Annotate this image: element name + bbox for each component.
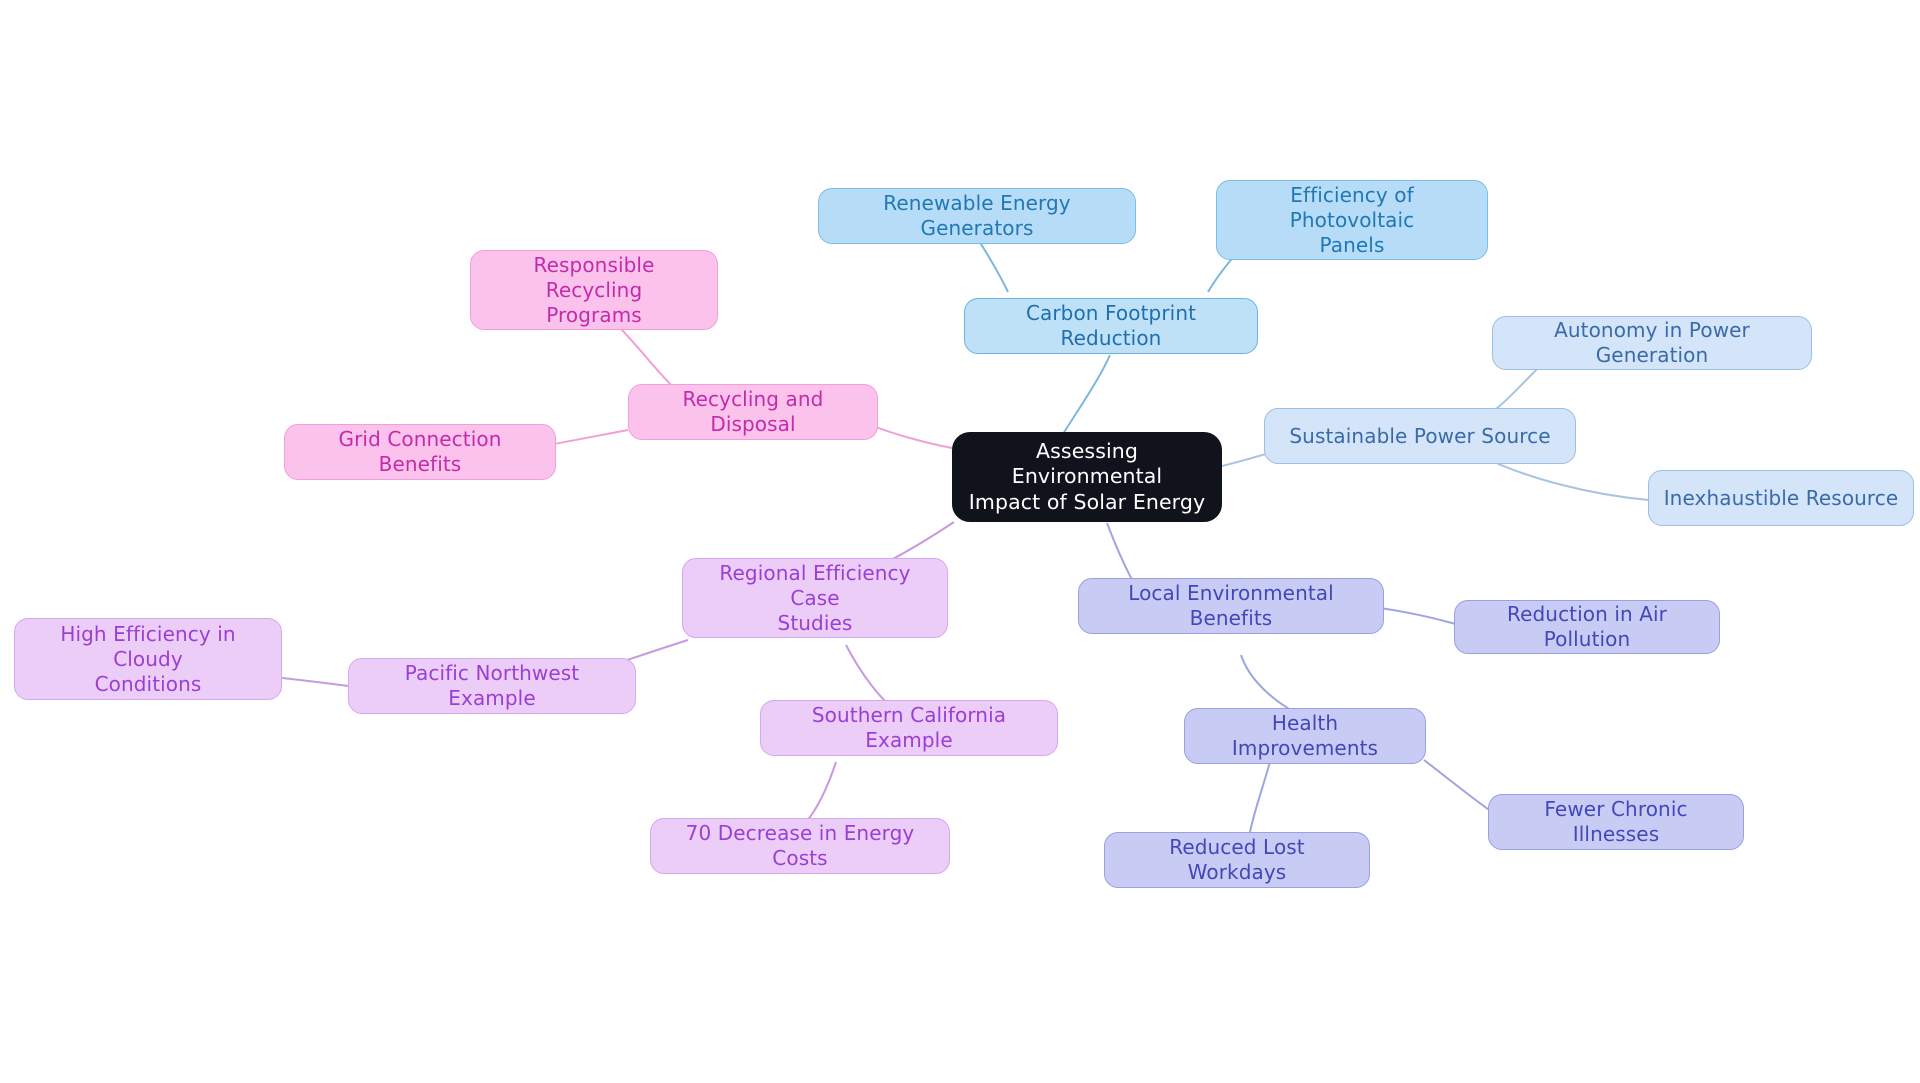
node-recycling-and-disposal[interactable]: Recycling and Disposal (628, 384, 878, 440)
node-fewer-chronic-illnesses[interactable]: Fewer Chronic Illnesses (1488, 794, 1744, 850)
node-responsible-recycling-programs[interactable]: Responsible Recycling Programs (470, 250, 718, 330)
node-root[interactable]: Assessing Environmental Impact of Solar … (952, 432, 1222, 522)
mindmap-canvas: Assessing Environmental Impact of Solar … (0, 0, 1920, 1083)
edge-root-to-carbon-footprint (1062, 354, 1111, 435)
node-pacific-northwest-example[interactable]: Pacific Northwest Example (348, 658, 636, 714)
node-inexhaustible-resource[interactable]: Inexhaustible Resource (1648, 470, 1914, 526)
node-regional-efficiency-case-studies[interactable]: Regional Efficiency Case Studies (682, 558, 948, 638)
edge-sustainable-to-autonomy (1489, 365, 1541, 415)
edge-pacific-to-high-efficiency-cloudy (281, 677, 349, 687)
node-sustainable-power-source[interactable]: Sustainable Power Source (1264, 408, 1576, 464)
edge-health-to-chronic-illnesses (1423, 759, 1493, 813)
node-renewable-energy-generators[interactable]: Renewable Energy Generators (818, 188, 1136, 244)
node-autonomy-in-power-generation[interactable]: Autonomy in Power Generation (1492, 316, 1812, 370)
node-southern-california-example[interactable]: Southern California Example (760, 700, 1058, 756)
node-carbon-footprint-reduction[interactable]: Carbon Footprint Reduction (964, 298, 1258, 354)
connector-edge-layer (281, 234, 1649, 833)
node-reduction-in-air-pollution[interactable]: Reduction in Air Pollution (1454, 600, 1720, 654)
node-grid-connection-benefits[interactable]: Grid Connection Benefits (284, 424, 556, 480)
edge-local-to-health-improvements (1240, 654, 1297, 714)
edge-root-to-recycling-disposal (867, 423, 953, 449)
edge-local-to-air-pollution (1379, 607, 1457, 625)
node-70-decrease-in-energy-costs[interactable]: 70 Decrease in Energy Costs (650, 818, 950, 874)
node-health-improvements[interactable]: Health Improvements (1184, 708, 1426, 764)
edge-recycling-to-responsible-programs (619, 327, 675, 389)
node-efficiency-of-photovoltaic-panels[interactable]: Efficiency of Photovoltaic Panels (1216, 180, 1488, 260)
edge-health-to-reduced-workdays (1249, 761, 1271, 833)
node-reduced-lost-workdays[interactable]: Reduced Lost Workdays (1104, 832, 1370, 888)
edge-sustainable-to-inexhaustible (1493, 461, 1649, 501)
node-local-environmental-benefits[interactable]: Local Environmental Benefits (1078, 578, 1384, 634)
edge-southern-california-to-cost-decrease (805, 761, 837, 823)
node-high-efficiency-in-cloudy-conditions[interactable]: High Efficiency in Cloudy Conditions (14, 618, 282, 700)
